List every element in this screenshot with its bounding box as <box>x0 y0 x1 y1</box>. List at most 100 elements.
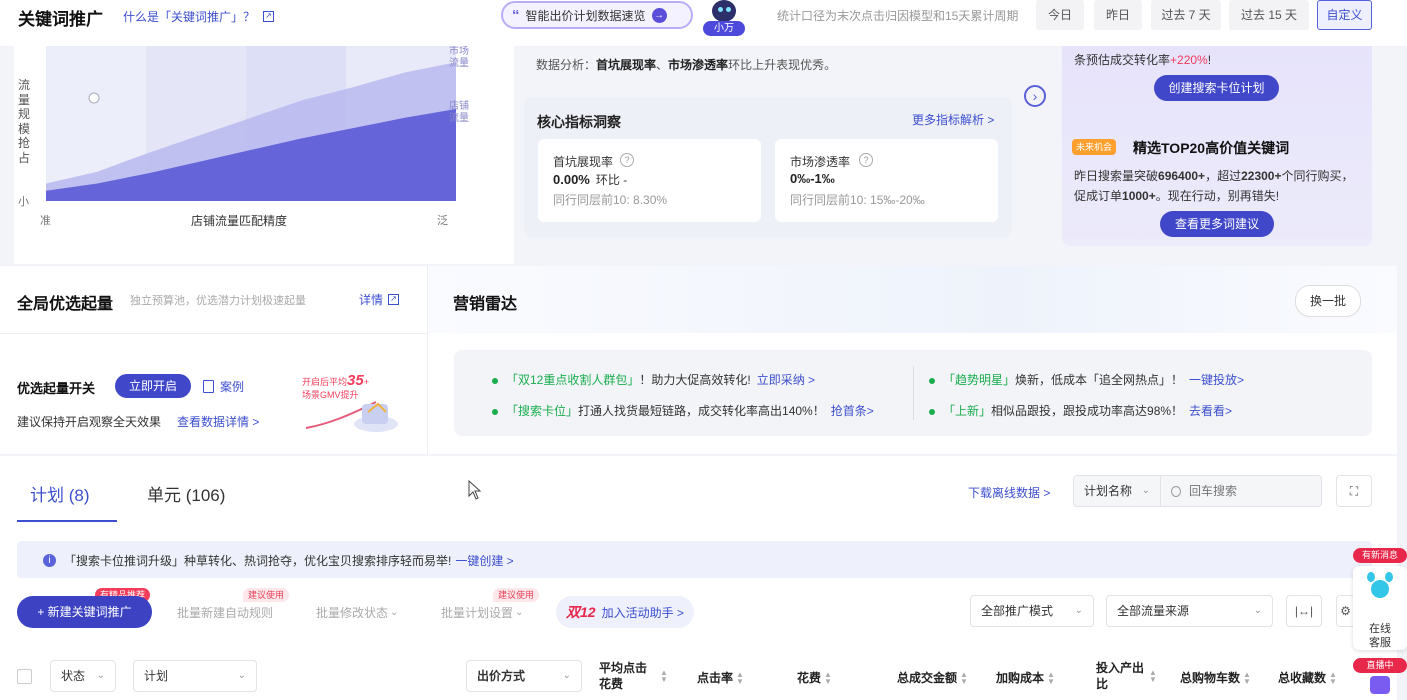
more-keywords-button[interactable]: 查看更多词建议 <box>1160 211 1274 237</box>
global-select-detail-link[interactable]: 详情 ↗ <box>359 291 400 308</box>
gmv-column-header[interactable]: 总成交金额 ▲ ▼ <box>897 669 968 686</box>
radar-item-link[interactable]: 去看看> <box>1189 404 1232 418</box>
new-keyword-promo-button[interactable]: + 新建关键词推广 <box>17 596 152 628</box>
search-input[interactable] <box>1187 483 1311 499</box>
radar-item-text: 焕新，低成本「追全网热点」！ <box>1015 373 1184 387</box>
data-detail-link[interactable]: 查看数据详情 > <box>177 413 259 430</box>
sort-icon: ▲ ▼ <box>824 669 832 686</box>
metric-name: 市场渗透率 <box>790 155 851 169</box>
date-today-button[interactable]: 今日 <box>1036 0 1084 30</box>
ctr-label: 点击率 <box>697 671 734 685</box>
help-icon[interactable]: ? <box>620 153 634 167</box>
batch-settings-dropdown[interactable]: 批量计划设置 ⌄ <box>441 604 523 621</box>
select-all-checkbox[interactable] <box>17 669 32 684</box>
arrow-right-icon: → <box>651 7 667 23</box>
promo-desc: 昨日搜索量突破696400+，超过22300+个同行购买，促成订单1000+。现… <box>1074 166 1359 206</box>
tab-units[interactable]: 单元 (106) <box>147 481 225 506</box>
radar-item: 「上新」相似品跟投，跟投成功率高达98%！ 去看看> <box>929 402 1232 419</box>
cart-count-column-header[interactable]: 总购物车数 ▲ ▼ <box>1180 669 1251 686</box>
metric-peer: 同行同层前10: 8.30% <box>553 193 668 207</box>
plan-filter-select[interactable]: 计划 ⌄ <box>133 660 257 692</box>
radar-item-link[interactable]: 抢首条> <box>831 404 874 418</box>
date-7days-button[interactable]: 过去 7 天 <box>1151 0 1221 30</box>
chevron-down-icon: ⌄ <box>390 607 399 618</box>
date-yesterday-button[interactable]: 昨日 <box>1094 0 1142 30</box>
open-now-button[interactable]: 立即开启 <box>115 374 191 398</box>
metric-peer: 同行同层前10: 15‰-20‰ <box>790 193 925 207</box>
filter-select-value: 计划名称 <box>1084 484 1133 498</box>
radar-item-text: 相似品跟投，跟投成功率高达98%！ <box>991 404 1184 418</box>
radar-dot <box>929 408 935 415</box>
cart-cost-column-header[interactable]: 加购成本 ▲ ▼ <box>996 669 1055 686</box>
promo-desc-2: ，超过 <box>1205 169 1242 183</box>
chart-y-label: 流量规模抢占 <box>18 78 31 165</box>
mascot-body-icon <box>1371 580 1389 598</box>
radar-item-tag: 「搜索卡位」 <box>506 404 579 418</box>
fav-count-label: 总收藏数 <box>1278 671 1327 685</box>
settings-button[interactable]: ⚙ <box>1336 595 1354 627</box>
chevron-down-icon: ⌄ <box>237 670 246 681</box>
assistant-mascot-icon[interactable]: 小万 <box>703 0 745 38</box>
case-link[interactable]: 案例 <box>203 378 244 395</box>
radar-item-link[interactable]: 一键投放> <box>1189 373 1244 387</box>
sort-icon: ▲ ▼ <box>1329 669 1337 686</box>
batch-status-dropdown[interactable]: 批量修改状态 ⌄ <box>316 604 398 621</box>
global-select-title: 全局优选起量 <box>17 296 114 313</box>
cost-column-header[interactable]: 花费 ▲ ▼ <box>797 669 832 686</box>
radar-item-link[interactable]: 立即采纳 > <box>757 373 815 387</box>
ctr-column-header[interactable]: 点击率 ▲ ▼ <box>697 669 744 686</box>
radar-item-text: 打通人找货最短链路，成交转化率高出140%！ <box>578 404 825 418</box>
radar-bg <box>428 266 1397 333</box>
more-metrics-link[interactable]: 更多指标解析 > <box>912 111 994 128</box>
plan-name-filter-select[interactable]: 计划名称 ⌄ <box>1073 475 1161 507</box>
activity-assistant-button[interactable]: 双12 加入活动助手 > <box>556 596 694 628</box>
batch-status-label: 批量修改状态 <box>316 606 389 620</box>
promo-top-highlight: +220% <box>1170 53 1208 67</box>
chevron-down-icon: ⌄ <box>562 670 571 681</box>
analysis-item-1: 首坑展现率 <box>596 58 657 72</box>
chart-marker <box>88 92 100 104</box>
suggest-tag: 建议使用 <box>243 588 290 602</box>
plan-header: 计划 <box>144 669 169 683</box>
roi-column-header[interactable]: 投入产出比 ▲ ▼ <box>1096 660 1162 692</box>
batch-auto-rule-button[interactable]: 批量新建自动规则 <box>177 604 273 621</box>
radar-item-tag: 「趋势明星」 <box>943 373 1016 387</box>
new-message-badge: 有新消息 <box>1353 548 1407 563</box>
external-link-icon: ↗ <box>388 294 400 305</box>
market-traffic-label: 市场流量 <box>449 46 469 69</box>
radar-item: 「搜索卡位」打通人找货最短链路，成交转化率高出140%！ 抢首条> <box>492 402 874 419</box>
external-link-icon: ↗ <box>263 11 275 22</box>
fullscreen-button[interactable]: ⛶ <box>1336 475 1372 507</box>
download-offline-link[interactable]: 下载离线数据 > <box>968 484 1050 501</box>
growth-curve-icon <box>305 401 398 432</box>
promo-mode-select[interactable]: 全部推广模式 ⌄ <box>970 595 1094 627</box>
radar-item-tag: 「上新」 <box>943 404 992 418</box>
status-filter-select[interactable]: 状态 ⌄ <box>50 660 116 692</box>
ai-bid-overview-button[interactable]: “ 智能出价计划数据速览 → <box>501 1 693 29</box>
radar-item-tag: 「双12重点收割人群包」 <box>506 373 640 387</box>
metric-value-row: 0.00% 环比 - <box>553 171 627 188</box>
fav-count-column-header[interactable]: 总收藏数 ▲ ▼ <box>1278 669 1337 686</box>
next-arrow-icon[interactable]: › <box>1024 85 1046 107</box>
info-icon: i <box>43 554 56 567</box>
date-custom-button[interactable]: 自定义 <box>1317 0 1372 30</box>
create-search-plan-button[interactable]: 创建搜索卡位计划 <box>1154 75 1279 101</box>
avg-cpc-column-header[interactable]: 平均点击花费 ▲ ▼ <box>599 660 679 692</box>
promo-top-suffix: ! <box>1207 53 1212 67</box>
search-input-box[interactable] <box>1160 475 1322 507</box>
date-15days-button[interactable]: 过去 15 天 <box>1229 0 1309 30</box>
bid-mode-filter-select[interactable]: 出价方式 ⌄ <box>466 660 582 692</box>
traffic-source-select[interactable]: 全部流量来源 ⌄ <box>1106 595 1273 627</box>
metric-name: 首坑展现率 <box>553 155 614 169</box>
online-service-widget[interactable]: 有新消息 在线 客服 直播中 <box>1353 548 1407 700</box>
what-is-link[interactable]: 什么是「关键词推广」？ ↗ <box>123 8 275 25</box>
radar-divider <box>913 366 914 420</box>
metric-value: 0‰-1‰ <box>790 171 835 186</box>
column-width-button[interactable]: |↔| <box>1286 595 1322 627</box>
tab-plans[interactable]: 计划 (8) <box>30 481 90 506</box>
refresh-batch-button[interactable]: 换一批 <box>1295 285 1361 317</box>
help-icon[interactable]: ? <box>859 153 873 167</box>
avg-cpc-label: 平均点击花费 <box>599 661 648 691</box>
ai-pill-label: 智能出价计划数据速览 <box>525 8 646 23</box>
tip-create-link[interactable]: 一键创建 > <box>455 552 513 569</box>
